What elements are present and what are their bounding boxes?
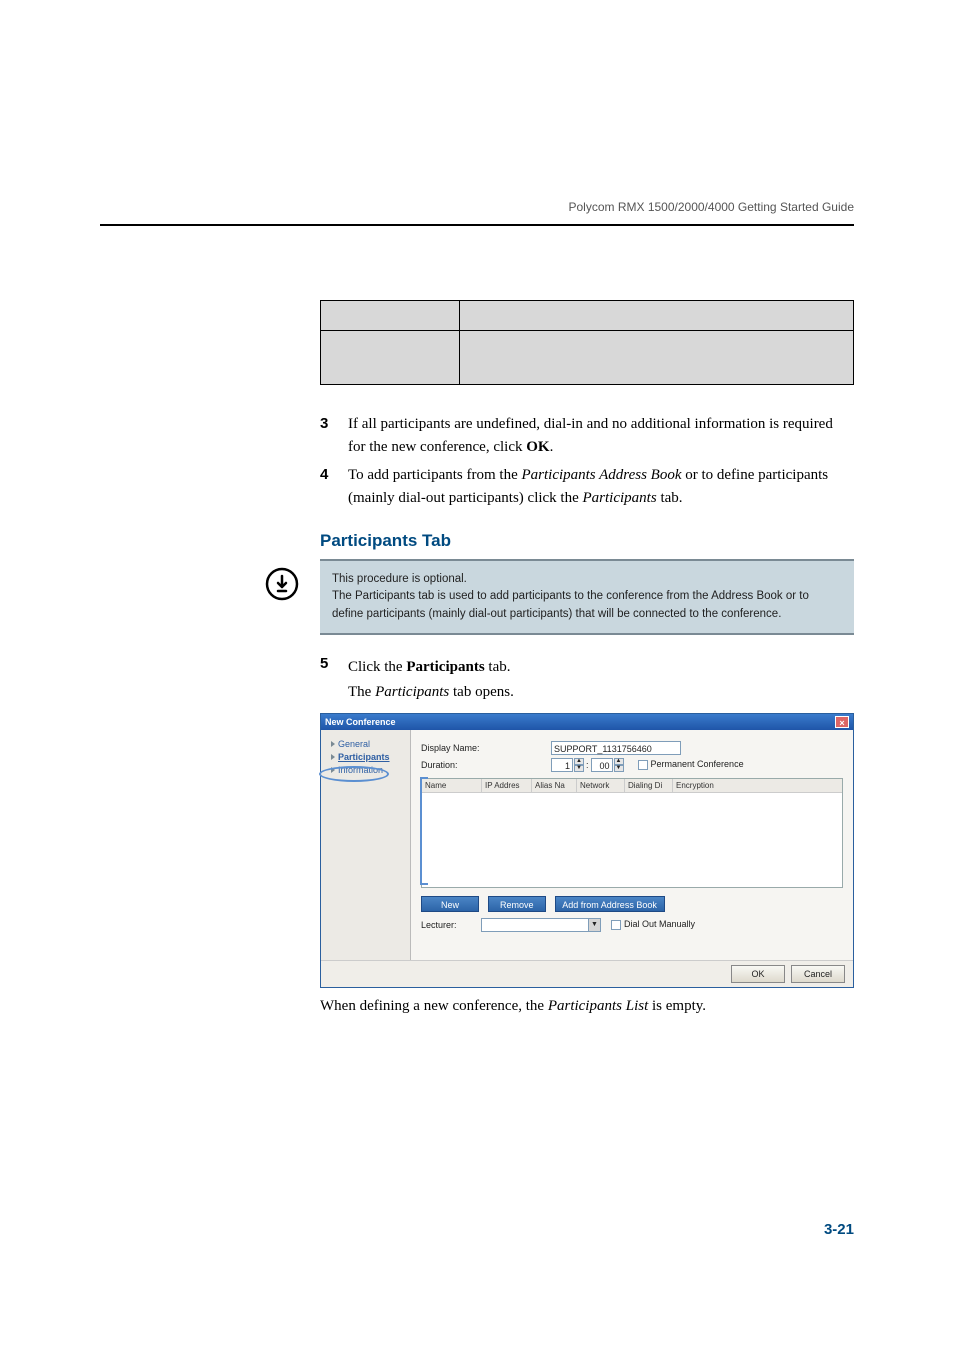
col-alias[interactable]: Alias Na: [532, 779, 577, 792]
chevron-down-icon[interactable]: ▼: [588, 919, 600, 931]
duration-hours-stepper[interactable]: 1 ▲▼: [551, 758, 584, 772]
participants-em: Participants: [375, 684, 449, 700]
step-3: 3 If all participants are undefined, dia…: [320, 413, 854, 458]
note-body: This procedure is optional. The Particip…: [320, 559, 854, 635]
participants-bold: Participants: [406, 659, 484, 675]
sidebar-item-information[interactable]: Information: [331, 765, 406, 775]
col-network[interactable]: Network: [577, 779, 625, 792]
step-number: 4: [320, 464, 348, 509]
participants-list-em: Participants List: [548, 998, 648, 1014]
up-arrow-icon[interactable]: ▲: [574, 758, 584, 765]
closing-text: When defining a new conference, the Part…: [320, 998, 854, 1015]
label-duration: Duration:: [421, 760, 551, 770]
minutes-value[interactable]: 00: [591, 758, 613, 772]
step-number: 5: [320, 653, 348, 707]
remove-button[interactable]: Remove: [488, 896, 546, 912]
address-book-em: Participants Address Book: [521, 467, 681, 483]
step-text: To add participants from the: [348, 467, 521, 483]
new-conference-dialog: New Conference × General Participants In…: [320, 713, 854, 988]
col-dialing[interactable]: Dialing Di: [625, 779, 673, 792]
lecturer-select[interactable]: ▼: [481, 918, 601, 932]
label-permanent: Permanent Conference: [651, 759, 744, 769]
cancel-button[interactable]: Cancel: [791, 965, 845, 983]
step-text: If all participants are undefined, dial-…: [348, 416, 833, 455]
page-number: 3-21: [824, 1221, 854, 1238]
ok-button[interactable]: OK: [731, 965, 785, 983]
section-heading-participants-tab: Participants Tab: [320, 531, 854, 551]
step-text: tab.: [485, 659, 511, 675]
sidebar-item-participants[interactable]: Participants: [331, 752, 406, 762]
table-placeholder: [320, 300, 854, 385]
dial-out-checkbox[interactable]: [611, 920, 621, 930]
header-rule: [100, 224, 854, 226]
label-display-name: Display Name:: [421, 743, 551, 753]
label-dial-out: Dial Out Manually: [624, 919, 695, 929]
dialog-sidebar: General Participants Information: [321, 730, 411, 960]
participants-em: Participants: [583, 490, 657, 506]
label-lecturer: Lecturer:: [421, 920, 481, 930]
step-5: 5 Click the Participants tab. The Partic…: [320, 653, 854, 707]
col-ip[interactable]: IP Addres: [482, 779, 532, 792]
down-arrow-icon[interactable]: ▼: [574, 765, 584, 772]
step-text: tab opens.: [449, 684, 514, 700]
up-arrow-icon[interactable]: ▲: [614, 758, 624, 765]
note-icon: [265, 567, 299, 601]
new-button[interactable]: New: [421, 896, 479, 912]
col-name[interactable]: Name: [422, 779, 482, 792]
sidebar-item-general[interactable]: General: [331, 739, 406, 749]
step-tail: .: [550, 439, 554, 455]
step-text: tab.: [657, 490, 683, 506]
step-number: 3: [320, 413, 348, 458]
add-from-address-book-button[interactable]: Add from Address Book: [555, 896, 665, 912]
step-4: 4 To add participants from the Participa…: [320, 464, 854, 509]
permanent-checkbox[interactable]: [638, 760, 648, 770]
display-name-field[interactable]: SUPPORT_1131756460: [551, 741, 681, 755]
ok-bold: OK: [526, 439, 549, 455]
step-text: Click the: [348, 659, 406, 675]
close-icon[interactable]: ×: [835, 716, 849, 728]
running-header: Polycom RMX 1500/2000/4000 Getting Start…: [568, 200, 854, 214]
dialog-titlebar: New Conference ×: [321, 714, 853, 730]
hours-value[interactable]: 1: [551, 758, 573, 772]
step-text: The: [348, 684, 375, 700]
duration-minutes-stepper[interactable]: 00 ▲▼: [591, 758, 624, 772]
dialog-title: New Conference: [325, 717, 396, 727]
col-encryption[interactable]: Encryption: [673, 779, 842, 792]
down-arrow-icon[interactable]: ▼: [614, 765, 624, 772]
participants-grid[interactable]: Name IP Addres Alias Na Network Dialing …: [421, 778, 843, 888]
annotation-bracket: [420, 777, 428, 885]
